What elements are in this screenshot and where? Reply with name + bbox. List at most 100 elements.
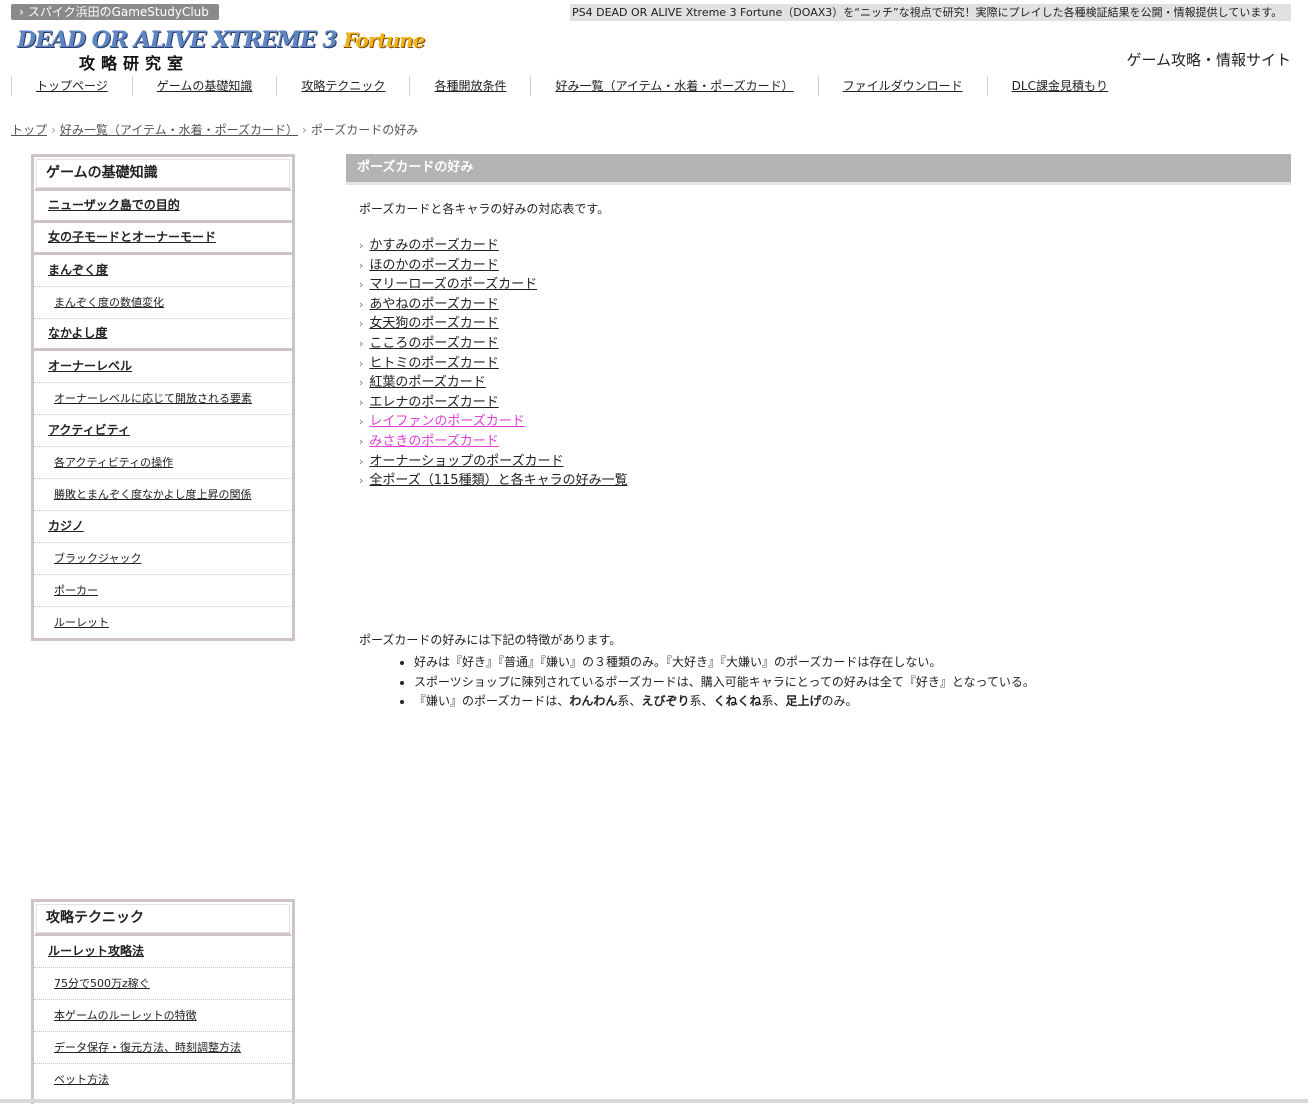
nav-item-unlock[interactable]: 各種開放条件 xyxy=(409,76,530,96)
breadcrumb-top[interactable]: トップ xyxy=(11,123,47,137)
pose-card-link[interactable]: かすみのポーズカード xyxy=(369,238,498,253)
sidebar-item-link[interactable]: ルーレット攻略法 xyxy=(48,944,144,958)
sidebar-item-link[interactable]: オーナーレベルに応じて開放される要素 xyxy=(54,392,252,405)
sidebar-item[interactable]: まんぞく度の数値変化 xyxy=(34,287,292,319)
sidebar-item-link[interactable]: 75分で500万z稼ぐ xyxy=(54,977,150,990)
nav-link-download[interactable]: ファイルダウンロード xyxy=(843,79,963,93)
site-type: ゲーム攻略・情報サイト xyxy=(1126,51,1291,69)
sidebar-item-link[interactable]: まんぞく度 xyxy=(48,263,108,277)
breadcrumb-current: ポーズカードの好み xyxy=(310,123,419,137)
nav-link-unlock[interactable]: 各種開放条件 xyxy=(434,79,506,93)
pose-card-link[interactable]: エレナのポーズカード xyxy=(369,395,498,410)
sidebar-item-link[interactable]: ルーレット xyxy=(54,616,109,629)
nav-link-preferences[interactable]: 好み一覧（アイテム・水着・ポーズカード） xyxy=(555,79,793,93)
pose-card-link-item: › ほのかのポーズカード xyxy=(359,256,1291,276)
pose-card-link[interactable]: マリーローズのポーズカード xyxy=(369,277,537,292)
sidebar-item[interactable]: ニューザック島での目的 xyxy=(34,191,292,223)
pose-card-link-item: › オーナーショップのポーズカード xyxy=(359,452,1291,472)
pose-card-link-item: › みさきのポーズカード xyxy=(359,432,1291,452)
sidebar-item[interactable]: ルーレット xyxy=(34,607,292,638)
nav-link-basics[interactable]: ゲームの基礎知識 xyxy=(157,79,253,93)
nav-link-technique[interactable]: 攻略テクニック xyxy=(301,79,385,93)
feature3-pre: 『嫌い』のポーズカードは、 xyxy=(414,694,570,708)
sidebar-item-link[interactable]: カジノ xyxy=(48,519,84,533)
nav-item-preferences[interactable]: 好み一覧（アイテム・水着・ポーズカード） xyxy=(530,76,817,96)
pose-card-link-item: › ヒトミのポーズカード xyxy=(359,354,1291,374)
sidebar-item[interactable]: ベット方法 xyxy=(34,1064,292,1095)
sidebar-item[interactable]: 各アクティビティの操作 xyxy=(34,447,292,479)
pose-card-link[interactable]: レイファンのポーズカード xyxy=(369,414,524,429)
pose-card-link[interactable]: 全ポーズ（115種類）と各キャラの好み一覧 xyxy=(369,473,627,488)
pose-card-link[interactable]: ヒトミのポーズカード xyxy=(369,356,498,371)
breadcrumb-parent[interactable]: 好み一覧（アイテム・水着・ポーズカード） xyxy=(60,123,298,137)
pose-card-link-item: › かすみのポーズカード xyxy=(359,236,1291,256)
pose-card-link-item: › レイファンのポーズカード xyxy=(359,412,1291,432)
sidebar-item[interactable]: オーナーレベルに応じて開放される要素 xyxy=(34,383,292,415)
pose-card-link[interactable]: 女天狗のポーズカード xyxy=(369,316,498,331)
features-list: 好みは『好き』『普通』『嫌い』の３種類のみ。『大好き』『大嫌い』のポーズカードは… xyxy=(414,653,1035,712)
sidebar-item[interactable]: 本ゲームのルーレットの特徴 xyxy=(34,1000,292,1032)
nav-link-top[interactable]: トップページ xyxy=(36,79,108,93)
chevron-right-icon: › xyxy=(359,395,364,409)
sidebar-item[interactable]: ポーカー xyxy=(34,575,292,607)
chevron-right-icon: › xyxy=(359,474,364,488)
pose-card-link[interactable]: 紅葉のポーズカード xyxy=(369,375,485,390)
chevron-right-icon: › xyxy=(359,434,364,448)
pose-card-link[interactable]: あやねのポーズカード xyxy=(369,297,498,312)
page-bottom-border xyxy=(0,1099,1308,1103)
nav-item-basics[interactable]: ゲームの基礎知識 xyxy=(131,76,277,96)
pose-card-link-item: › 女天狗のポーズカード xyxy=(359,314,1291,334)
nav-item-top[interactable]: トップページ xyxy=(11,76,132,96)
sidebar-item-link[interactable]: 各アクティビティの操作 xyxy=(54,456,173,469)
page-title: ポーズカードの好み xyxy=(346,154,1291,185)
sidebar-technique-title: 攻略テクニック xyxy=(34,902,292,936)
sidebar-item[interactable]: まんぞく度 xyxy=(34,255,292,287)
sidebar-item[interactable]: オーナーレベル xyxy=(34,351,292,383)
main-content: ポーズカードの好み ポーズカードと各キャラの好みの対応表です。 › かすみのポーズ… xyxy=(346,154,1291,708)
nav-link-dlc[interactable]: DLC課金見積もり xyxy=(1012,79,1108,93)
sidebar-basics: ゲームの基礎知識 ニューザック島での目的女の子モードとオーナーモード まんぞく度ま… xyxy=(31,154,295,641)
sidebar-item-link[interactable]: まんぞく度の数値変化 xyxy=(54,296,164,309)
sidebar-item[interactable]: 75分で500万z稼ぐ xyxy=(34,968,292,1000)
sidebar-item-link[interactable]: 女の子モードとオーナーモード xyxy=(48,230,216,244)
sidebar-item-link[interactable]: ベット方法 xyxy=(54,1073,109,1086)
sidebar-item[interactable]: 勝敗とまんぞく度なかよし度上昇の関係 xyxy=(34,479,292,511)
nav-item-dlc[interactable]: DLC課金見積もり xyxy=(986,76,1132,96)
nav-item-technique[interactable]: 攻略テクニック xyxy=(276,76,409,96)
sidebar-item-link[interactable]: ブラックジャック xyxy=(54,552,141,565)
site-logo[interactable]: DEAD OR ALIVE XTREME 3 Fortune 攻略研究室 xyxy=(17,27,425,73)
club-link[interactable]: › スパイク浜田のGameStudyClub xyxy=(11,4,219,20)
site-description: PS4 DEAD OR ALIVE Xtreme 3 Fortune（DOAX3… xyxy=(570,4,1291,21)
feature3-bold: 足上げ xyxy=(785,694,822,708)
chevron-right-icon: › xyxy=(359,415,364,429)
sidebar-item-link[interactable]: オーナーレベル xyxy=(48,359,132,373)
feature-item: 『嫌い』のポーズカードは、わんわん系、えびぞり系、くねくね系、足上げのみ。 xyxy=(414,692,1035,712)
sidebar-item[interactable]: アクティビティ xyxy=(34,415,292,447)
sidebar-item[interactable]: ルーレット攻略法 xyxy=(34,936,292,968)
sidebar-item-link[interactable]: なかよし度 xyxy=(48,326,107,340)
pose-card-link[interactable]: みさきのポーズカード xyxy=(369,434,498,449)
pose-card-link[interactable]: こころのポーズカード xyxy=(369,336,498,351)
sidebar-basics-title: ゲームの基礎知識 xyxy=(34,157,292,191)
sidebar-item-link[interactable]: アクティビティ xyxy=(48,423,130,437)
sidebar-item[interactable]: データ保存・復元方法、時刻調整方法 xyxy=(34,1032,292,1064)
sidebar-item-link[interactable]: データ保存・復元方法、時刻調整方法 xyxy=(54,1041,241,1054)
sidebar-item-link[interactable]: 本ゲームのルーレットの特徴 xyxy=(54,1009,197,1022)
chevron-right-icon: › xyxy=(359,258,364,272)
chevron-right-icon: › xyxy=(359,317,364,331)
pose-card-link[interactable]: オーナーショップのポーズカード xyxy=(369,454,563,469)
pose-card-link[interactable]: ほのかのポーズカード xyxy=(369,258,498,273)
sidebar-item[interactable]: ブラックジャック xyxy=(34,543,292,575)
feature-item: 好みは『好き』『普通』『嫌い』の３種類のみ。『大好き』『大嫌い』のポーズカードは… xyxy=(414,653,1035,673)
pose-card-link-item: › こころのポーズカード xyxy=(359,334,1291,354)
sidebar-item-link[interactable]: ニューザック島での目的 xyxy=(48,198,180,212)
sidebar-item-link[interactable]: ポーカー xyxy=(54,584,98,597)
sidebar-item[interactable]: なかよし度 xyxy=(34,319,292,351)
sidebar-item[interactable]: 女の子モードとオーナーモード xyxy=(34,223,292,255)
chevron-right-icon: › xyxy=(359,336,364,350)
sidebar-item[interactable]: カジノ xyxy=(34,511,292,543)
pose-card-link-item: › あやねのポーズカード xyxy=(359,295,1291,315)
sidebar-item-link[interactable]: 勝敗とまんぞく度なかよし度上昇の関係 xyxy=(54,488,251,501)
nav-item-download[interactable]: ファイルダウンロード xyxy=(817,76,987,96)
feature3-text: のみ。 xyxy=(821,694,858,708)
